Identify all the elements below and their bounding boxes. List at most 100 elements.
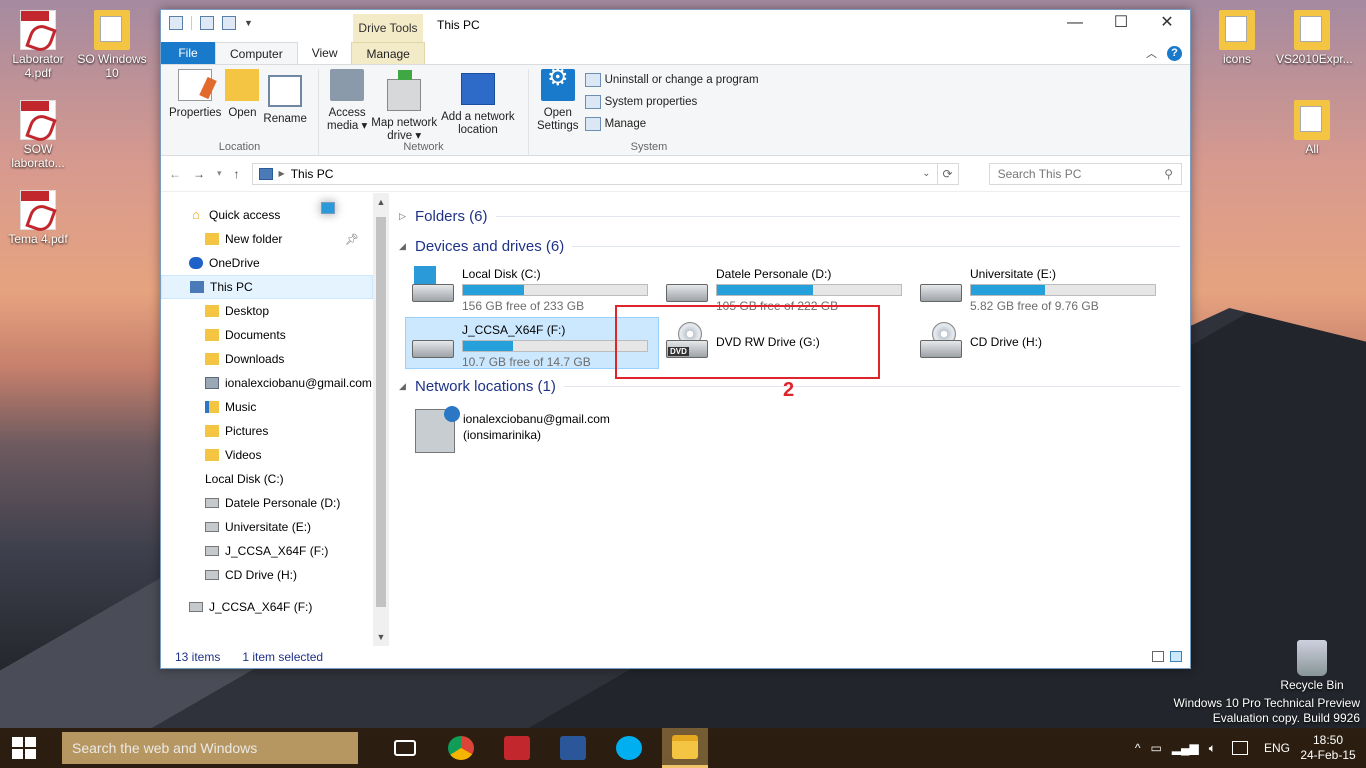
scroll-down-icon[interactable]: ▼ <box>373 632 389 642</box>
nav-item[interactable]: ionalexciobanu@gmail.com <box>161 371 373 395</box>
nav-item-label: Local Disk (C:) <box>205 472 284 486</box>
open-label: Open <box>228 107 257 119</box>
recent-chevron-icon[interactable]: ▾ <box>217 168 222 179</box>
large-icons-view-icon[interactable] <box>1170 651 1182 662</box>
desktop-icon-so-windows[interactable]: SO Windows 10 <box>76 10 148 80</box>
back-arrow-icon[interactable]: ← <box>169 167 181 181</box>
clock-date: 24-Feb-15 <box>1300 748 1356 762</box>
scroll-up-icon[interactable]: ▲ <box>373 197 389 207</box>
power-icon[interactable]: ▭ <box>1150 741 1161 755</box>
folder-icon <box>205 425 219 437</box>
drive-usage-bar <box>970 284 1156 296</box>
start-button[interactable] <box>0 728 48 768</box>
drive-tools-context-label: Drive Tools <box>353 14 423 42</box>
tab-file[interactable]: File <box>161 42 215 64</box>
skype-button[interactable] <box>606 728 652 768</box>
tab-computer[interactable]: Computer <box>215 42 298 64</box>
search-input[interactable]: Search This PC ⚲ <box>988 162 1182 185</box>
collapse-icon[interactable]: ◢ <box>399 241 407 252</box>
chrome-icon <box>448 736 474 760</box>
uninstall-program-button[interactable]: Uninstall or change a program <box>584 69 759 91</box>
show-hidden-icons-icon[interactable]: ^ <box>1135 741 1141 755</box>
title-bar[interactable]: ▼ Drive Tools This PC — ☐ ✕ <box>161 10 1190 42</box>
task-view-button[interactable] <box>382 728 428 768</box>
tab-manage[interactable]: Manage <box>351 42 425 64</box>
nav-item[interactable]: New folder 📌︎ <box>161 227 373 251</box>
properties-label: Properties <box>169 107 222 119</box>
nav-item[interactable]: CD Drive (H:) <box>161 563 373 587</box>
desktop-icon-tema[interactable]: Tema 4.pdf <box>2 190 74 246</box>
drive-usage-fill <box>717 285 813 295</box>
nav-item[interactable]: J_CCSA_X64F (F:) <box>161 539 373 563</box>
volume-icon[interactable]: 🔈︎ <box>1209 741 1216 756</box>
section-devices[interactable]: ◢ Devices and drives (6) <box>399 231 1190 261</box>
desktop-icon-label: SOW laborato... <box>11 142 65 170</box>
language-indicator[interactable]: ENG <box>1264 741 1290 755</box>
refresh-icon[interactable]: ⟳ <box>937 162 959 185</box>
nav-item-label: J_CCSA_X64F (F:) <box>209 600 313 614</box>
minimize-button[interactable]: — <box>1052 10 1098 38</box>
properties-icon[interactable] <box>200 16 214 30</box>
nav-item[interactable]: Desktop <box>161 299 373 323</box>
expand-icon[interactable]: ▷ <box>399 211 407 222</box>
close-button[interactable]: ✕ <box>1144 10 1190 38</box>
uninstall-label: Uninstall or change a program <box>604 74 759 86</box>
pc-icon[interactable] <box>169 16 183 30</box>
network-signal-icon[interactable]: ▂▄▆ <box>1172 741 1199 755</box>
details-view-icon[interactable] <box>1152 651 1164 662</box>
customize-chevron-icon[interactable]: ▼ <box>244 16 258 30</box>
nav-item-label: Datele Personale (D:) <box>225 496 341 510</box>
manage-button[interactable]: Manage <box>584 113 759 135</box>
network-location-item[interactable]: ionalexciobanu@gmail.com (ionsimarinika) <box>399 401 1190 453</box>
file-explorer-button[interactable] <box>662 728 708 768</box>
nav-item[interactable]: Videos <box>161 443 373 467</box>
nav-item[interactable]: ⌂ Quick access <box>161 203 373 227</box>
new-folder-icon[interactable] <box>222 16 236 30</box>
collapse-icon[interactable]: ◢ <box>399 381 407 392</box>
folder-icon <box>205 233 219 245</box>
desktop-icon-vs2010[interactable]: VS2010Expr... <box>1276 10 1353 66</box>
network-location-sub: (ionsimarinika) <box>463 428 542 442</box>
maximize-button[interactable]: ☐ <box>1098 10 1144 38</box>
network-location-text: ionalexciobanu@gmail.com (ionsimarinika) <box>463 409 610 453</box>
word-button[interactable] <box>550 728 596 768</box>
pin-icon[interactable]: 📌︎ <box>345 233 359 246</box>
nav-item[interactable]: OneDrive <box>161 251 373 275</box>
clock[interactable]: 18:50 24-Feb-15 <box>1300 733 1356 763</box>
nav-scrollbar[interactable]: ▲ ▼ <box>373 193 389 646</box>
desktop-icon-icons[interactable]: icons <box>1201 10 1273 66</box>
chrome-button[interactable] <box>438 728 484 768</box>
scroll-thumb[interactable] <box>376 217 386 607</box>
drive-item[interactable]: Universitate (E:) 5.82 GB free of 9.76 GB <box>913 261 1167 313</box>
nav-item[interactable]: Datele Personale (D:) <box>161 491 373 515</box>
acrobat-button[interactable] <box>494 728 540 768</box>
system-properties-button[interactable]: System properties <box>584 91 759 113</box>
nav-item[interactable]: Pictures <box>161 419 373 443</box>
nav-item-label: J_CCSA_X64F (F:) <box>225 544 329 558</box>
taskbar-search-input[interactable]: Search the web and Windows <box>62 732 358 764</box>
collapse-ribbon-icon[interactable]: ︿ <box>1146 45 1157 61</box>
drive-item[interactable]: CD Drive (H:) <box>913 317 1167 369</box>
nav-item[interactable]: Music <box>161 395 373 419</box>
help-icon[interactable]: ? <box>1167 45 1182 61</box>
nav-item[interactable]: Documents <box>161 323 373 347</box>
breadcrumb-chevron-icon[interactable]: ▶ <box>279 169 285 178</box>
nav-item[interactable]: This PC <box>161 275 373 299</box>
tab-view[interactable]: View <box>298 42 352 64</box>
forward-arrow-icon[interactable]: → <box>193 167 205 181</box>
nav-item[interactable]: J_CCSA_X64F (F:) <box>161 595 373 619</box>
section-folders[interactable]: ▷ Folders (6) <box>399 201 1190 231</box>
desktop-icon-all[interactable]: All <box>1276 100 1348 156</box>
address-bar[interactable]: ▶ This PC ⌄ <box>251 162 938 185</box>
folder-icon <box>1294 100 1330 140</box>
up-arrow-icon[interactable]: ↑ <box>234 167 240 181</box>
pdf-icon <box>20 10 56 50</box>
address-dropdown-icon[interactable]: ⌄ <box>922 168 930 179</box>
nav-item[interactable]: Universitate (E:) <box>161 515 373 539</box>
nav-item[interactable]: Downloads <box>161 347 373 371</box>
nav-item[interactable]: Local Disk (C:) <box>161 202 373 491</box>
desktop-icon-laborator[interactable]: Laborator 4.pdf <box>2 10 74 80</box>
recycle-bin[interactable]: Recycle Bin <box>1280 640 1344 692</box>
desktop-icon-sow[interactable]: SOW laborato... <box>2 100 74 170</box>
action-center-icon[interactable] <box>1231 741 1248 755</box>
